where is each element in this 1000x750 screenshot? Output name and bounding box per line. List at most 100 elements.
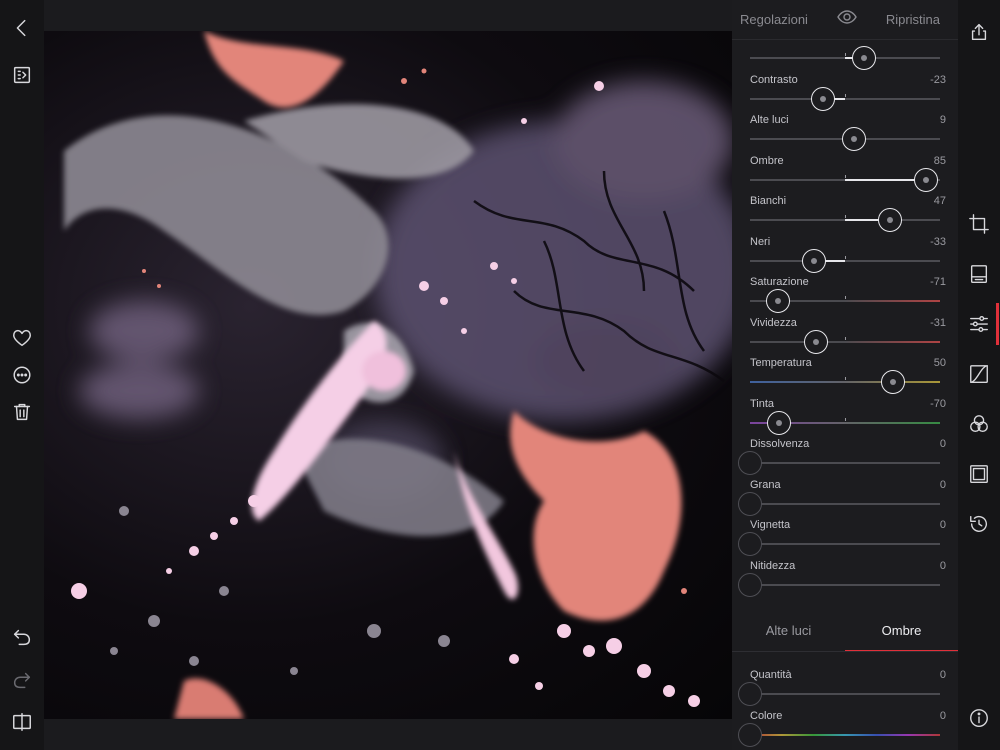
slider-track[interactable] [750,543,940,545]
curves-tool-button[interactable] [958,354,1000,394]
slider-value: 0 [939,709,946,722]
slider-track[interactable] [750,462,940,464]
compare-icon [13,713,31,731]
sliders-slider-3[interactable]: Ombre 85 [750,155,946,195]
delete-button[interactable] [0,392,44,432]
slider-knob[interactable] [738,451,762,475]
slider-knob[interactable] [738,491,762,516]
tab-divider [732,651,958,652]
sliders-slider-12[interactable]: Vignetta 0 [738,519,946,559]
left-toolbar [0,0,44,750]
adjustments-panel: Regolazioni Ripristina Contrasto -23 Alte … [732,0,958,750]
slider-label: Saturazione [750,276,809,288]
slider-knob[interactable] [738,682,762,706]
sliders-slider-6[interactable]: Saturazione -71 [750,276,946,316]
slider-value: 0 [939,559,946,572]
slider-knob[interactable] [766,410,791,435]
slider-label: Vignetta [750,519,791,531]
sliders-slider-2[interactable]: Alte luci 9 [750,114,946,154]
slider-center-tick [845,93,846,97]
split_sliders-slider-0[interactable]: Quantità 0 [738,669,946,709]
slider-knob[interactable] [841,127,866,151]
slider-knob[interactable] [811,86,836,111]
slider-center-tick [845,336,846,340]
more-button[interactable] [0,355,44,395]
frame-tool-button[interactable] [958,454,1000,494]
presets-tool-button[interactable] [958,254,1000,294]
preview-toggle-button[interactable] [837,9,857,30]
slider-value: -33 [930,235,946,248]
slider-label: Colore [750,709,783,722]
back-button[interactable] [0,8,44,48]
sliders-slider-11[interactable]: Grana 0 [738,478,946,519]
color-tool-button[interactable] [958,404,1000,444]
slider-track[interactable] [750,381,940,383]
slider-value: 0 [939,438,946,450]
slider-label: Alte luci [750,114,789,126]
slider-knob[interactable] [801,248,826,273]
slider-knob[interactable] [738,722,762,747]
tab-shadows[interactable]: Ombre [845,608,958,652]
chevron-left-icon [16,19,26,37]
photo-preview[interactable] [44,31,732,719]
slider-track[interactable] [750,97,940,100]
slider-label: Tinta [750,397,775,410]
slider-label: Grana [750,478,781,491]
sliders-slider-4[interactable]: Bianchi 47 [750,195,946,235]
compare-button[interactable] [0,702,44,742]
slider-knob[interactable] [877,208,902,232]
sliders-slider-0[interactable] [750,33,940,73]
history-tool-button[interactable] [958,504,1000,544]
slider-track[interactable] [750,693,940,695]
favorite-button[interactable] [0,318,44,358]
slider-knob[interactable] [738,572,762,597]
sliders-slider-9[interactable]: Tinta -70 [750,397,946,438]
trash-icon [13,403,31,421]
slider-value: -70 [930,397,946,410]
reset-button[interactable]: Ripristina [886,12,940,27]
slider-track[interactable] [750,259,940,262]
frame-icon [970,465,988,483]
slider-knob[interactable] [913,167,938,192]
crop-tool-button[interactable] [958,204,1000,244]
slider-knob[interactable] [852,46,876,70]
sliders-slider-1[interactable]: Contrasto -23 [750,73,946,114]
right-toolbar [958,0,1000,750]
slider-center-tick [845,53,846,56]
slider-track[interactable] [750,733,940,736]
library-button[interactable] [0,55,44,95]
slider-center-tick [845,296,846,299]
slider-knob[interactable] [880,370,905,394]
share-icon [971,23,987,41]
share-button[interactable] [958,12,1000,52]
split_sliders-slider-1[interactable]: Colore 0 [738,709,946,750]
slider-track[interactable] [750,502,940,505]
slider-label: Nitidezza [750,559,796,572]
tab-highlights[interactable]: Alte luci [732,608,845,652]
slider-label: Contrasto [750,73,798,86]
redo-button[interactable] [0,660,44,700]
sliders-slider-8[interactable]: Temperatura 50 [750,357,946,397]
presets-icon [970,265,988,283]
slider-knob[interactable] [738,532,762,556]
adjust-tool-button[interactable] [958,304,1000,344]
color-circles-icon [970,415,988,433]
slider-label: Neri [750,235,771,248]
slider-knob[interactable] [765,289,790,313]
slider-track[interactable] [750,583,940,586]
slider-center-tick [845,255,846,259]
sliders-slider-13[interactable]: Nitidezza 0 [738,559,946,600]
info-button[interactable] [958,698,1000,738]
sliders-slider-7[interactable]: Vividezza -31 [750,316,946,357]
slider-track[interactable] [750,340,940,343]
slider-value: -31 [930,316,946,329]
panel-title: Regolazioni [740,12,808,27]
undo-button[interactable] [0,617,44,657]
crop-icon [969,214,989,234]
eye-icon [837,9,857,24]
slider-label: Vividezza [750,316,797,329]
sliders-slider-10[interactable]: Dissolvenza 0 [738,438,946,478]
slider-knob[interactable] [803,329,828,354]
slider-label: Dissolvenza [750,438,810,450]
sliders-slider-5[interactable]: Neri -33 [750,235,946,276]
